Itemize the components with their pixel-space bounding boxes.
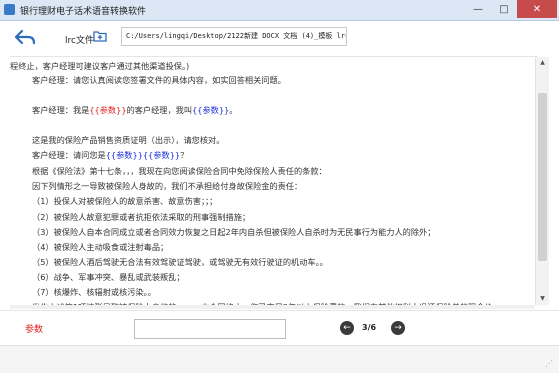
script-text: （1）投保人对被保险人的故意杀害、故意伤害；；； xyxy=(32,196,218,206)
script-line: （3）被保险人自本合同成立或者合同效力恢复之日起2年内自杀但被保险人自杀时为无民… xyxy=(32,226,435,238)
scroll-down-icon[interactable]: ▼ xyxy=(536,293,549,305)
horizontal-scrollbar[interactable] xyxy=(10,305,535,309)
script-text: （5）被保险人酒后驾驶无合法有效驾驶证驾驶，或驾驶无有效行驶证的机动车。。 xyxy=(32,257,328,267)
app-icon xyxy=(4,4,15,15)
script-text: （4）被保险人主动吸食或注射毒品； xyxy=(32,242,169,252)
script-text: 客户经理：我是 xyxy=(32,105,90,115)
title-bar: 银行理财电子话术语音转换软件 — □ ✕ xyxy=(0,0,559,21)
script-text: 的客户经理，我叫 xyxy=(126,105,193,115)
window-controls: — □ ✕ xyxy=(465,0,557,18)
script-text: 。 xyxy=(229,105,238,115)
script-line: 客户经理：请您认真阅读您签署文件的具体内容，如实回答相关问题。 xyxy=(32,74,286,86)
script-text: （6）战争、军事冲突、暴乱或武装叛乱； xyxy=(32,272,185,282)
script-line: （6）战争、军事冲突、暴乱或武装叛乱； xyxy=(32,271,185,283)
scroll-thumb[interactable] xyxy=(538,93,547,261)
script-text: 程终止，客户经理可建议客户通过其他渠道投保。) xyxy=(10,61,190,71)
arrow-right-circle-icon[interactable]: → xyxy=(391,321,405,335)
status-bar: ⋰ xyxy=(0,345,559,373)
script-line: 客户经理：请问您是{{参数}}{{参数}}？ xyxy=(32,149,188,161)
script-line: （4）被保险人主动吸食或注射毒品； xyxy=(32,241,168,253)
script-line: 根据《保险法》第十七条，，，我现在向您阅读保险合同中免除保险人责任的条款： xyxy=(32,165,327,177)
window-title: 银行理财电子话术语音转换软件 xyxy=(20,7,147,17)
script-text: （3）被保险人自本合同成立或者合同效力恢复之日起2年内自杀但被保险人自杀时为无民… xyxy=(32,227,436,237)
script-text: ？ xyxy=(180,150,189,160)
lrc-path-field[interactable]: C:/Users/lingqi/Desktop/2122新建 DOCX 文档 (… xyxy=(121,27,347,46)
parameter-placeholder[interactable]: {{参数}} xyxy=(192,105,229,115)
toolbar: lrc文件 C:/Users/lingqi/Desktop/2122新建 DOC… xyxy=(0,21,559,53)
parameter-input[interactable] xyxy=(134,319,286,339)
vertical-scrollbar[interactable]: ▲ ▼ xyxy=(535,57,549,305)
script-line: （5）被保险人酒后驾驶无合法有效驾驶证驾驶，或驾驶无有效行驶证的机动车。。 xyxy=(32,256,328,268)
script-text: 客户经理：请您认真阅读您签署文件的具体内容，如实回答相关问题。 xyxy=(32,75,286,85)
parameter-placeholder[interactable]: {{参数}}{{参数}} xyxy=(106,150,180,160)
script-text-area[interactable]: 程终止，客户经理可建议客户通过其他渠道投保。) 客户经理：请您认真阅读您签署文件的… xyxy=(10,56,538,306)
close-button[interactable]: ✕ xyxy=(517,0,557,18)
script-text: （2）被保险人故意犯罪或者抗拒依法采取的刑事强制措施； xyxy=(32,212,251,222)
script-text: 这是我的保险产品销售资质证明（出示），请您核对。 xyxy=(32,135,225,145)
lrc-file-label: lrc文件 xyxy=(65,36,94,46)
page-indicator: 3/6 xyxy=(362,323,377,332)
parameter-placeholder[interactable]: {{参数}} xyxy=(89,105,126,115)
maximize-button[interactable]: □ xyxy=(491,0,517,18)
parameter-bar: 参数 ← 3/6 → xyxy=(0,310,559,345)
script-text: 因下列情形之一导致被保险人身故的，我们不承担给付身故保险金的责任： xyxy=(32,181,303,191)
parameter-label: 参数 xyxy=(25,325,44,335)
script-line: （7）核爆炸、核辐射或核污染。。 xyxy=(32,286,156,298)
script-text: （7）核爆炸、核辐射或核污染。。 xyxy=(32,287,156,297)
resize-grip-icon[interactable]: ⋰ xyxy=(545,359,555,369)
script-text: 根据《保险法》第十七条，，，我现在向您阅读保险合同中免除保险人责任的条款： xyxy=(32,166,327,176)
script-line: 这是我的保险产品销售资质证明（出示），请您核对。 xyxy=(32,134,224,146)
script-line: 客户经理：我是{{参数}}的客户经理，我叫{{参数}}。 xyxy=(32,104,237,116)
script-line: （1）投保人对被保险人的故意杀害、故意伤害；；； xyxy=(32,195,217,207)
script-line: （2）被保险人故意犯罪或者抗拒依法采取的刑事强制措施； xyxy=(32,211,250,223)
back-arrow-icon[interactable] xyxy=(14,29,36,45)
script-line: 因下列情形之一导致被保险人身故的，我们不承担给付身故保险金的责任： xyxy=(32,180,302,192)
script-text: 客户经理：请问您是 xyxy=(32,150,106,160)
script-line: 程终止，客户经理可建议客户通过其他渠道投保。) xyxy=(10,60,189,72)
arrow-left-circle-icon[interactable]: ← xyxy=(340,321,354,335)
minimize-button[interactable]: — xyxy=(465,0,491,18)
folder-open-icon[interactable] xyxy=(93,29,107,43)
scroll-up-icon[interactable]: ▲ xyxy=(536,57,549,69)
